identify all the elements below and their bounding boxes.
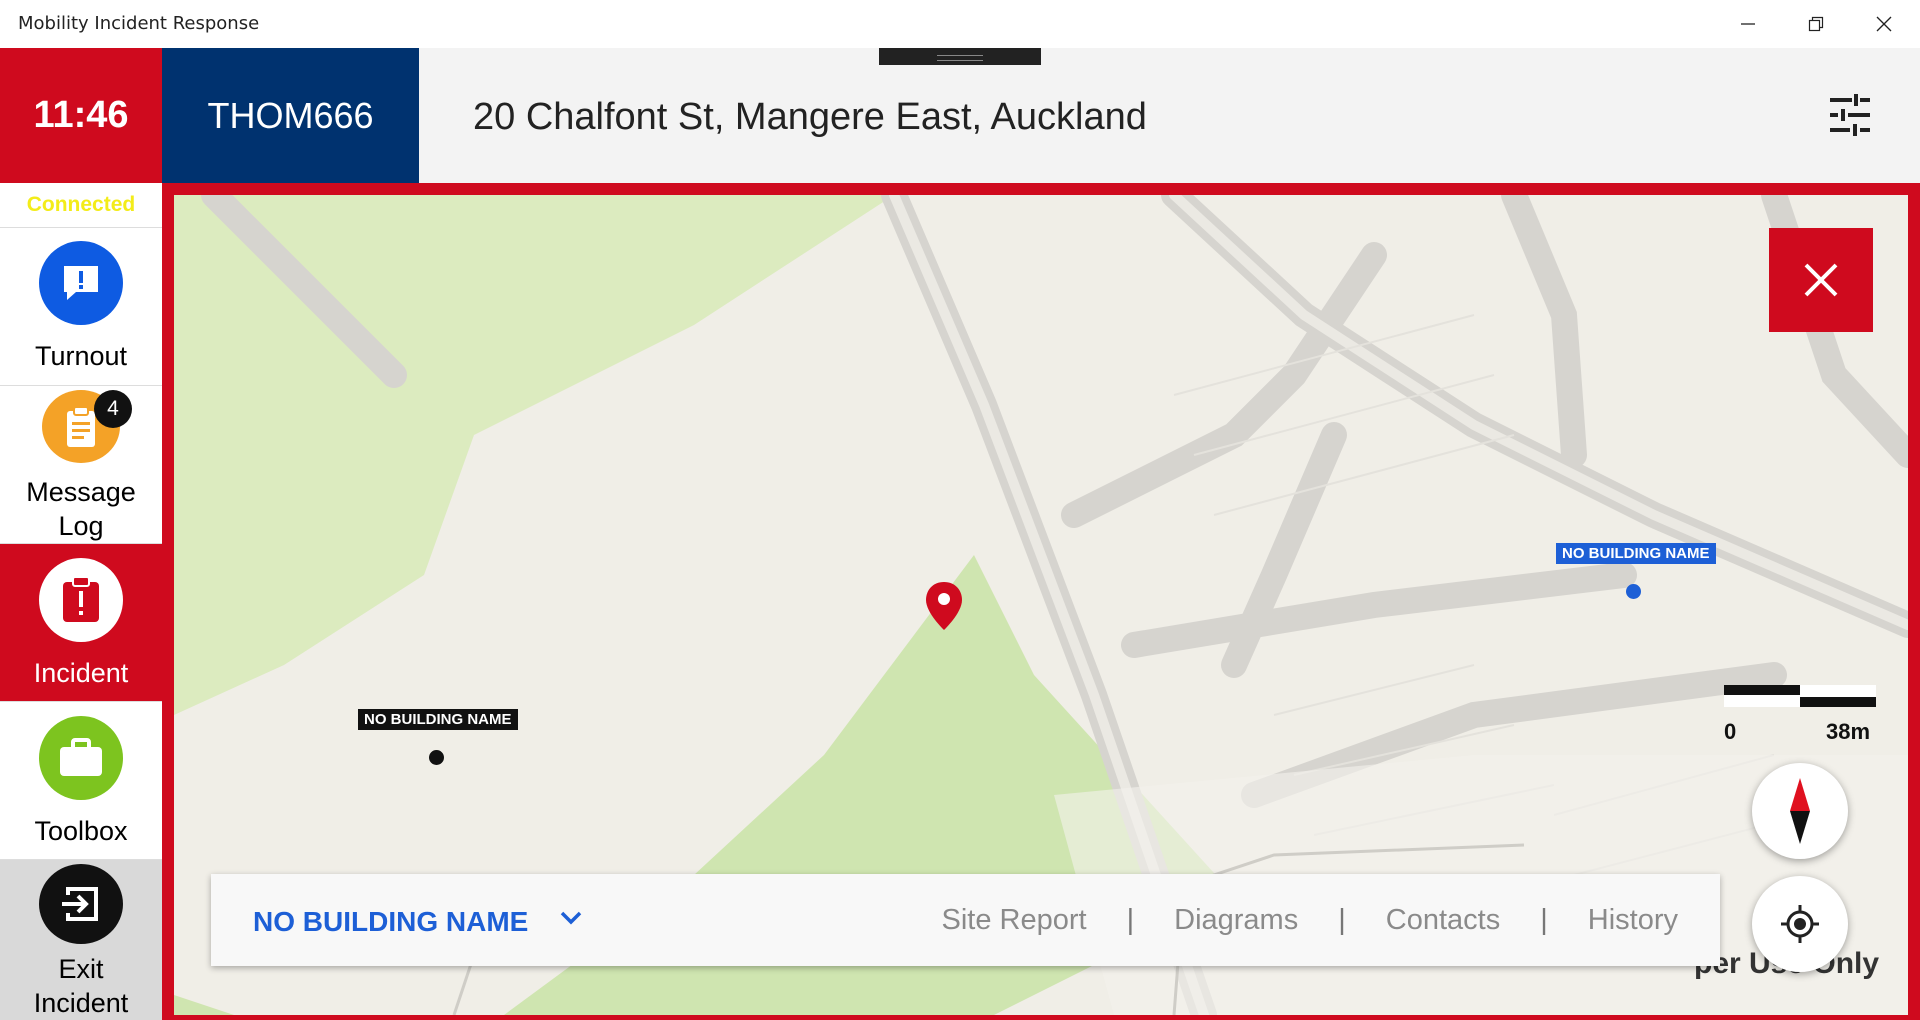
building-label[interactable]: NO BUILDING NAME [1556, 543, 1716, 564]
incident-address: 20 Chalfont St, Mangere East, Auckland [473, 96, 1147, 138]
drag-handle[interactable] [879, 48, 1041, 65]
sliders-icon [1830, 94, 1870, 136]
restore-icon [1808, 16, 1824, 32]
sidebar-item-label: Incident [33, 658, 129, 688]
clipboard-icon: 4 [42, 390, 132, 463]
scale-bar [1724, 685, 1876, 707]
incident-map[interactable]: NO BUILDING NAME NO BUILDING NAME 0 38m … [174, 195, 1908, 1015]
sidebar-item-message-log[interactable]: 4 Message Log [0, 386, 162, 544]
sidebar-item-toolbox[interactable]: Toolbox [0, 702, 162, 860]
building-marker[interactable] [429, 750, 444, 765]
scale-start-label: 0 [1724, 719, 1737, 744]
message-count-badge: 4 [94, 390, 132, 428]
compass-icon [1790, 778, 1810, 844]
sidebar-item-label: Turnout [34, 341, 128, 371]
sidebar: Connected Turnout 4 Message Log Incident… [0, 183, 162, 1020]
filter-settings-button[interactable] [1828, 93, 1872, 137]
alert-message-icon [39, 241, 123, 325]
locate-icon [1781, 905, 1819, 943]
building-marker[interactable] [1626, 584, 1641, 599]
briefcase-icon [39, 716, 123, 800]
close-icon [1876, 16, 1892, 32]
map-frame: NO BUILDING NAME NO BUILDING NAME 0 38m … [162, 183, 1920, 1020]
chevron-down-icon[interactable] [559, 910, 583, 926]
tab-separator: | [1540, 904, 1548, 936]
tab-history[interactable]: History [1588, 904, 1678, 937]
building-label[interactable]: NO BUILDING NAME [358, 709, 518, 730]
compass-button[interactable] [1752, 763, 1848, 859]
tab-separator: | [1126, 904, 1135, 936]
sidebar-item-turnout[interactable]: Turnout [0, 227, 162, 386]
tab-separator: | [1338, 904, 1346, 936]
minimize-icon [1741, 23, 1755, 25]
locate-button[interactable] [1752, 876, 1848, 972]
map-pin-icon[interactable] [924, 580, 964, 632]
sidebar-item-label: Message Log [26, 477, 136, 541]
close-map-button[interactable] [1769, 228, 1873, 332]
exit-icon [39, 864, 123, 944]
header-bar: 20 Chalfont St, Mangere East, Auckland [419, 48, 1920, 183]
tab-site-report[interactable]: Site Report [942, 904, 1087, 937]
sidebar-item-incident[interactable]: Incident [0, 544, 162, 702]
close-icon [1804, 263, 1838, 297]
sidebar-item-label: Exit Incident [33, 954, 129, 1018]
close-window-button[interactable] [1850, 0, 1918, 48]
sidebar-item-label: Toolbox [34, 816, 128, 846]
clock: 11:46 [0, 48, 162, 183]
scale-end-label: 38m [1826, 719, 1871, 744]
callsign: THOM666 [162, 48, 419, 183]
tab-contacts[interactable]: Contacts [1386, 904, 1500, 937]
connection-status: Connected [0, 183, 162, 228]
minimize-button[interactable] [1714, 0, 1782, 48]
building-info-bar: NO BUILDING NAME Site Report | Diagrams … [211, 874, 1720, 966]
restore-button[interactable] [1782, 0, 1850, 48]
window-title: Mobility Incident Response [18, 13, 260, 34]
incident-clipboard-icon [39, 558, 123, 642]
title-bar: Mobility Incident Response [0, 0, 1920, 48]
building-select[interactable]: NO BUILDING NAME [253, 906, 528, 938]
sidebar-item-exit-incident[interactable]: Exit Incident [0, 860, 162, 1020]
building-tabs: Site Report | Diagrams | Contacts | Hist… [942, 904, 1679, 937]
tab-diagrams[interactable]: Diagrams [1174, 904, 1298, 937]
